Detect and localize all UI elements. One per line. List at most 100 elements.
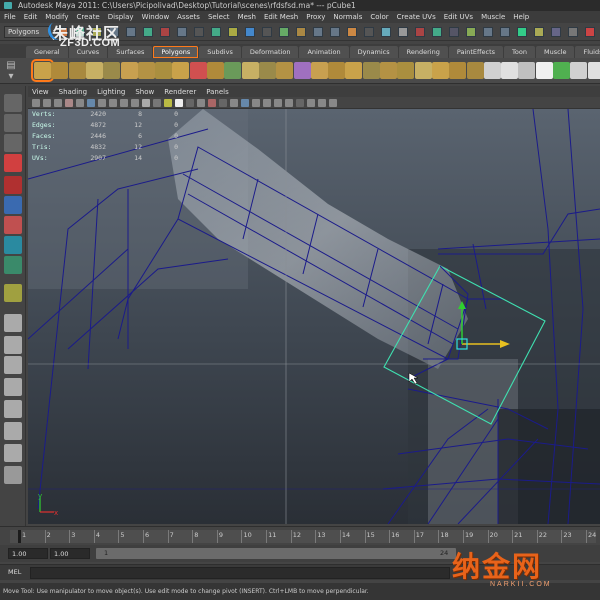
status-tool-icon[interactable] bbox=[296, 27, 306, 37]
viewport-menu-panels[interactable]: Panels bbox=[206, 88, 229, 96]
shelf-menu-icon[interactable]: ▤ ▾ bbox=[4, 60, 18, 82]
shelf-tool-icon[interactable] bbox=[449, 62, 467, 79]
range-bar[interactable]: 1 24 bbox=[96, 548, 456, 559]
viewport-toolbar-icon[interactable] bbox=[87, 99, 95, 107]
viewport-toolbar-icon[interactable] bbox=[131, 99, 139, 107]
status-tool-icon[interactable] bbox=[160, 27, 170, 37]
viewport-toolbar-icon[interactable] bbox=[164, 99, 172, 107]
viewport-toolbar-icon[interactable] bbox=[208, 99, 216, 107]
viewport-menu-renderer[interactable]: Renderer bbox=[164, 88, 196, 96]
scale-tool-icon[interactable] bbox=[4, 196, 22, 214]
layout-uv-icon[interactable] bbox=[4, 444, 22, 462]
menu-assets[interactable]: Assets bbox=[177, 13, 200, 21]
viewport-toolbar-icon[interactable] bbox=[109, 99, 117, 107]
menu-window[interactable]: Window bbox=[142, 13, 170, 21]
viewport-toolbar-icon[interactable] bbox=[241, 99, 249, 107]
viewport-toolbar-icon[interactable] bbox=[43, 99, 51, 107]
shelf-tool-icon[interactable] bbox=[241, 62, 259, 79]
shelf-tool-icon[interactable] bbox=[587, 62, 600, 79]
status-tool-icon[interactable] bbox=[347, 27, 357, 37]
menu-normals[interactable]: Normals bbox=[333, 13, 362, 21]
shelf-tool-icon[interactable] bbox=[328, 62, 346, 79]
menu-help[interactable]: Help bbox=[513, 13, 529, 21]
status-tool-icon[interactable] bbox=[568, 27, 578, 37]
rotate-tool-icon[interactable] bbox=[4, 176, 22, 194]
menu-create-uvs[interactable]: Create UVs bbox=[397, 13, 436, 21]
status-tool-icon[interactable] bbox=[330, 27, 340, 37]
viewport-toolbar-icon[interactable] bbox=[307, 99, 315, 107]
shelf-tool-icon[interactable] bbox=[553, 62, 570, 79]
menu-muscle[interactable]: Muscle bbox=[481, 13, 505, 21]
lasso-tool-icon[interactable] bbox=[4, 114, 22, 132]
status-tool-icon[interactable] bbox=[466, 27, 476, 37]
shelf-tool-icon[interactable] bbox=[258, 62, 276, 79]
shelf-tool-icon[interactable] bbox=[570, 62, 588, 79]
shelf-tab-deformation[interactable]: Deformation bbox=[241, 46, 299, 58]
shelf-tool-icon[interactable] bbox=[189, 62, 207, 79]
menu-file[interactable]: File bbox=[4, 13, 16, 21]
viewport-toolbar-icon[interactable] bbox=[219, 99, 227, 107]
viewport-toolbar-icon[interactable] bbox=[153, 99, 161, 107]
viewport-menu-lighting[interactable]: Lighting bbox=[97, 88, 125, 96]
shelf-tool-icon[interactable] bbox=[483, 62, 501, 79]
shelf-tool-icon[interactable] bbox=[310, 62, 328, 79]
status-tool-icon[interactable] bbox=[211, 27, 221, 37]
status-tool-icon[interactable] bbox=[500, 27, 510, 37]
time-ruler[interactable]: 1 2 3 4 5 6 7 8 9 10 11 12 13 14 15 16 17 18 19 20 21 22 23 24 bbox=[10, 530, 596, 543]
shelf-tool-icon[interactable] bbox=[155, 62, 173, 79]
shelf-tab-animation[interactable]: Animation bbox=[299, 46, 349, 58]
status-tool-icon[interactable] bbox=[364, 27, 374, 37]
shelf-tool-icon[interactable] bbox=[137, 62, 155, 79]
viewport-toolbar-icon[interactable] bbox=[318, 99, 326, 107]
shelf-tool-icon[interactable] bbox=[431, 62, 449, 79]
shelf-tool-icon[interactable] bbox=[276, 62, 294, 79]
soft-mod-icon[interactable] bbox=[4, 236, 22, 254]
viewport-toolbar-icon[interactable] bbox=[120, 99, 128, 107]
status-tool-icon[interactable] bbox=[381, 27, 391, 37]
viewport-toolbar-icon[interactable] bbox=[32, 99, 40, 107]
layout-hyper-icon[interactable] bbox=[4, 422, 22, 440]
shelf-tool-icon[interactable] bbox=[68, 62, 86, 79]
viewport-3d[interactable]: Verts: 2420 8 0 Edges: 4872 12 0 Faces: 2446 6 0 Tri… bbox=[28, 109, 600, 524]
manip-tool-icon[interactable] bbox=[4, 216, 22, 234]
shelf-tool-icon[interactable] bbox=[362, 62, 380, 79]
paint-select-icon[interactable] bbox=[4, 134, 22, 152]
viewport-toolbar-icon[interactable] bbox=[329, 99, 337, 107]
viewport-toolbar-icon[interactable] bbox=[175, 99, 183, 107]
select-tool-icon[interactable] bbox=[4, 94, 22, 112]
poly-cube-icon[interactable] bbox=[31, 59, 54, 82]
menu-color[interactable]: Color bbox=[370, 13, 388, 21]
shelf-tool-icon[interactable] bbox=[397, 62, 415, 79]
layout-single-icon[interactable] bbox=[4, 314, 22, 332]
shelf-tool-icon[interactable] bbox=[501, 62, 519, 79]
viewport-toolbar-icon[interactable] bbox=[98, 99, 106, 107]
status-tool-icon[interactable] bbox=[517, 27, 527, 37]
current-time-indicator[interactable] bbox=[18, 530, 21, 543]
viewport-toolbar-icon[interactable] bbox=[54, 99, 62, 107]
viewport-toolbar-icon[interactable] bbox=[197, 99, 205, 107]
status-tool-icon[interactable] bbox=[245, 27, 255, 37]
status-tool-icon[interactable] bbox=[449, 27, 459, 37]
shelf-tool-icon[interactable] bbox=[380, 62, 397, 79]
shelf-tab-rendering[interactable]: Rendering bbox=[398, 46, 448, 58]
layout-outliner-icon[interactable] bbox=[4, 356, 22, 374]
shelf-tab-fluids[interactable]: Fluids bbox=[575, 46, 600, 58]
status-tool-icon[interactable] bbox=[415, 27, 425, 37]
viewport-toolbar-icon[interactable] bbox=[263, 99, 271, 107]
menu-mesh[interactable]: Mesh bbox=[238, 13, 256, 21]
status-tool-icon[interactable] bbox=[194, 27, 204, 37]
shelf-tool-icon[interactable] bbox=[414, 62, 432, 79]
status-tool-icon[interactable] bbox=[262, 27, 272, 37]
shelf-tool-icon[interactable] bbox=[293, 62, 311, 79]
viewport-toolbar-icon[interactable] bbox=[285, 99, 293, 107]
shelf-tool-icon[interactable] bbox=[51, 62, 69, 79]
start-time-field[interactable]: 1.00 bbox=[8, 548, 48, 559]
status-tool-icon[interactable] bbox=[551, 27, 561, 37]
shelf-tab-toon[interactable]: Toon bbox=[504, 46, 535, 58]
viewport-toolbar-icon[interactable] bbox=[76, 99, 84, 107]
status-tool-icon[interactable] bbox=[177, 27, 187, 37]
layout-graph-icon[interactable] bbox=[4, 378, 22, 396]
playback-start-field[interactable]: 1.00 bbox=[50, 548, 90, 559]
viewport-menu-view[interactable]: View bbox=[32, 88, 49, 96]
status-tool-icon[interactable] bbox=[585, 27, 595, 37]
